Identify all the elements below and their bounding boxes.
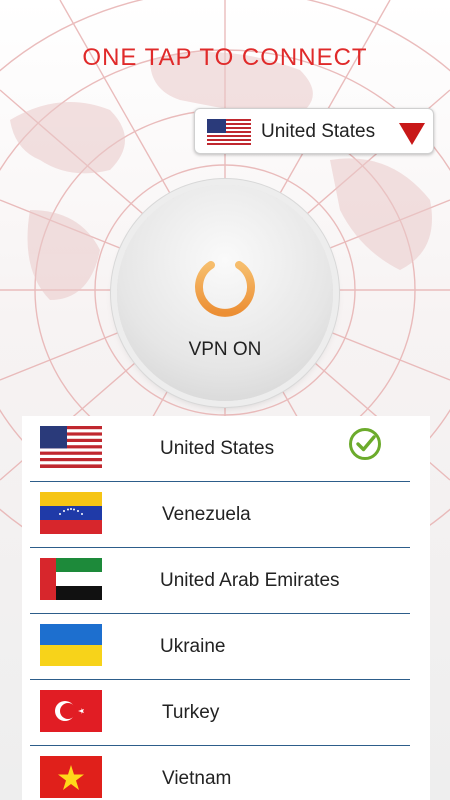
venezuela-flag-icon <box>40 492 102 534</box>
server-item-turkey[interactable]: Turkey <box>30 680 410 746</box>
server-item-vietnam[interactable]: Vietnam <box>30 746 410 800</box>
server-list: United States Venezuela United Arab Emir… <box>22 416 430 800</box>
page-title: ONE TAP TO CONNECT <box>82 44 368 71</box>
power-icon <box>195 251 255 317</box>
uae-flag-icon <box>40 558 102 600</box>
server-item-venezuela[interactable]: Venezuela <box>30 482 410 548</box>
ukraine-flag-icon <box>40 624 102 666</box>
server-name: Venezuela <box>162 504 251 525</box>
us-flag-icon <box>207 119 251 145</box>
server-name: United Arab Emirates <box>160 570 340 591</box>
server-name: Turkey <box>162 702 220 723</box>
server-name: Ukraine <box>160 636 226 657</box>
server-item-ukraine[interactable]: Ukraine <box>30 614 410 680</box>
server-name: Vietnam <box>162 768 232 789</box>
check-icon <box>349 428 381 460</box>
server-name: United States <box>160 438 275 459</box>
vpn-status-label: VPN ON <box>188 339 262 360</box>
server-item-united-states[interactable]: United States <box>30 416 410 482</box>
connect-button[interactable]: VPN ON <box>117 185 333 401</box>
selected-country-label: United States <box>261 121 376 142</box>
server-item-united-arab-emirates[interactable]: United Arab Emirates <box>30 548 410 614</box>
vietnam-flag-icon <box>40 756 102 798</box>
chevron-down-icon <box>399 123 425 145</box>
country-dropdown[interactable]: United States <box>194 108 434 154</box>
us-flag-icon <box>40 426 102 468</box>
turkey-flag-icon <box>40 690 102 732</box>
